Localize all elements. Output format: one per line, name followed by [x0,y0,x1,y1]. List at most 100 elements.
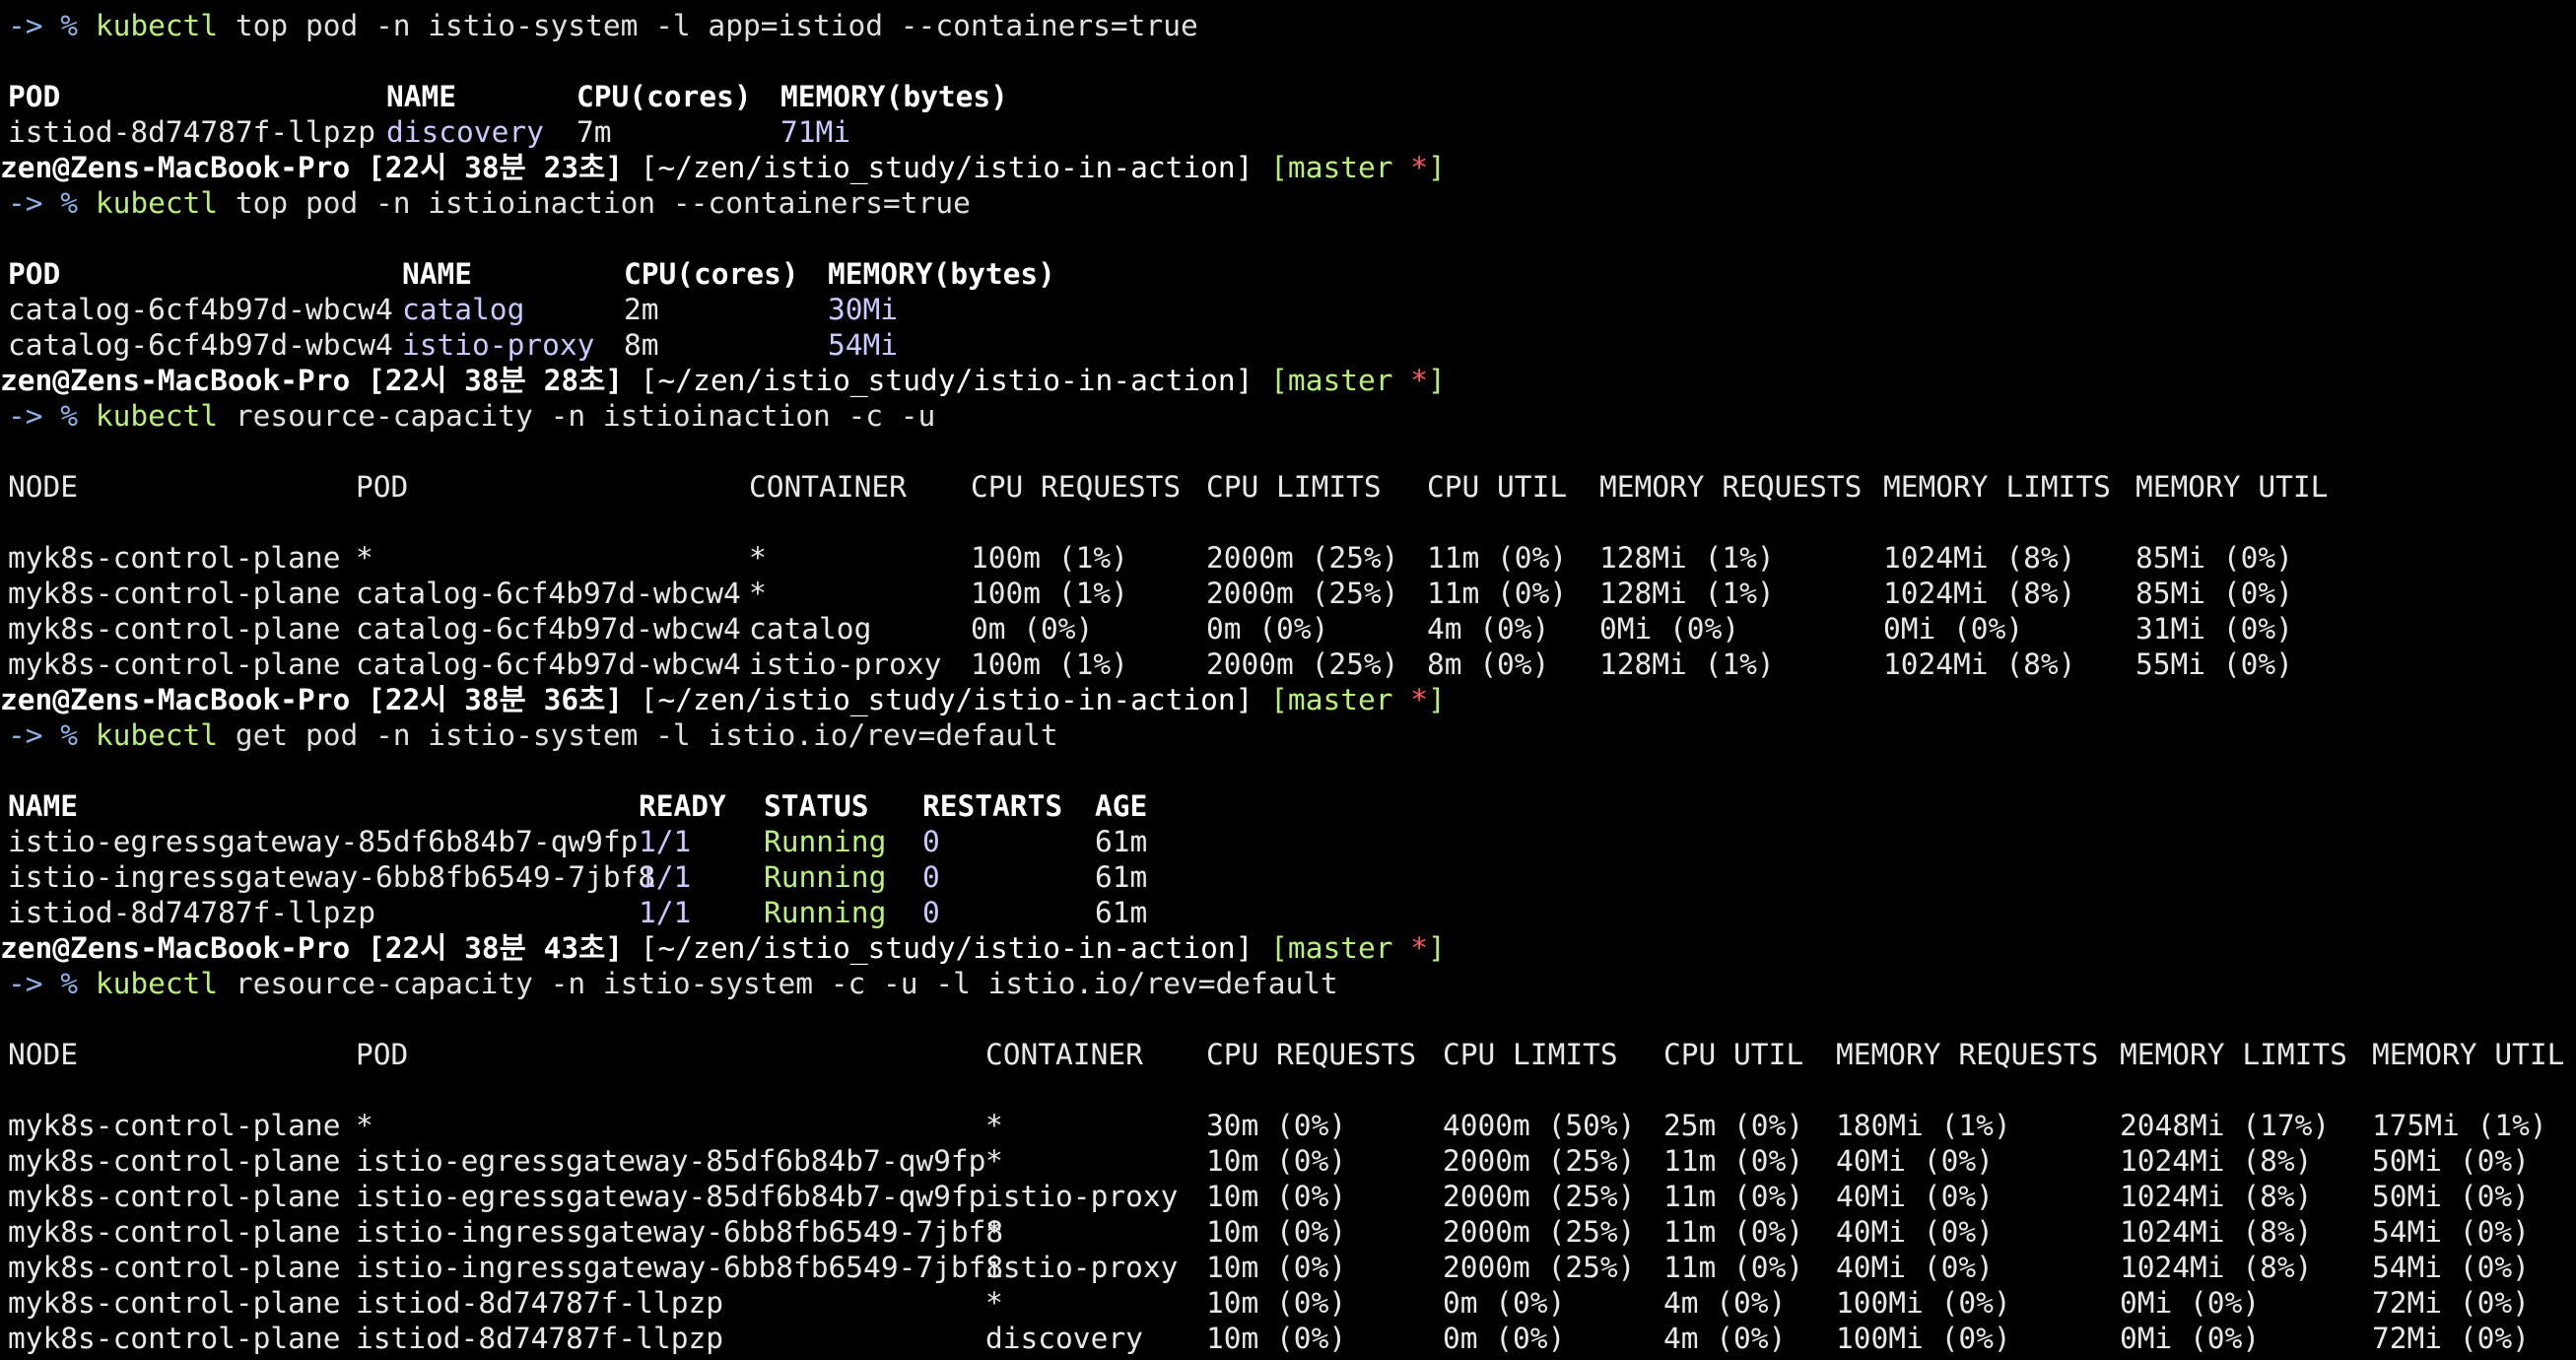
table-cell: 128Mi (1%) [1599,647,1775,681]
table-cell: 8m [624,328,659,362]
table-cell: 1024Mi (8%) [1883,647,2076,681]
table-cell: 2000m (25%) [1443,1251,1636,1284]
table-cell: 1/1 [639,825,692,858]
table-cell: 1/1 [639,860,692,894]
prompt-path: [~/zen/istio_study/istio-in-action] [640,931,1254,965]
table-cell: 10m (0%) [1206,1286,1347,1320]
prompt-arrow: -> % [8,718,96,752]
column-header: NAME [386,80,457,113]
table-cell: istio-egressgateway-85df6b84b7-qw9fp [356,1180,986,1213]
table-cell: 128Mi (1%) [1599,577,1775,610]
table-cell: 2000m (25%) [1206,647,1399,681]
column-header: CPU(cores) [624,257,799,291]
table-cell: myk8s-control-plane [8,1144,341,1178]
table-cell: 40Mi (0%) [1836,1215,1994,1249]
prompt-line: zen@Zens-MacBook-Pro [22시 38분 23초] [~/ze… [0,150,1446,185]
prompt-arrow: -> % [8,967,96,1000]
command-args: resource-capacity -n istio-system -c -u … [218,967,1338,1000]
table-cell: 100m (1%) [971,541,1128,575]
table-cell: 31Mi (0%) [2135,612,2293,646]
table-cell: 4m (0%) [1663,1286,1787,1320]
table-cell: 100m (1%) [971,647,1128,681]
table-cell: 61m [1095,896,1148,929]
table-cell: catalog-6cf4b97d-wbcw4 [356,577,741,610]
table-cell: 10m (0%) [1206,1251,1347,1284]
git-branch-close: ] [1428,364,1446,397]
table-cell: 0Mi (0%) [1599,612,1740,646]
table-cell: istio-proxy [402,328,595,362]
column-header: AGE [1095,789,1148,823]
git-branch: [master [1270,931,1411,965]
column-header: MEMORY UTIL [2135,470,2329,504]
table-cell: 30m (0%) [1206,1109,1347,1142]
git-dirty-mark: * [1410,683,1429,716]
git-branch: [master [1270,151,1411,184]
git-branch-close: ] [1428,151,1446,184]
table-cell: 30Mi [828,293,899,326]
column-header: MEMORY UTIL [2372,1038,2565,1071]
table-cell: 1024Mi (8%) [2120,1144,2313,1178]
table-cell: * [749,541,767,575]
table-cell: 1/1 [639,896,692,929]
column-header: POD [8,80,61,113]
table-cell: 1024Mi (8%) [2120,1180,2313,1213]
table-cell: istiod-8d74787f-llpzp [356,1286,723,1320]
table-cell: 0 [922,896,940,929]
table-cell: Running [764,825,887,858]
table-cell: 85Mi (0%) [2135,577,2293,610]
table-cell: 40Mi (0%) [1836,1180,1994,1213]
prompt-arrow: -> % [8,186,96,220]
table-cell: istio-proxy [985,1251,1179,1284]
table-cell: 4m (0%) [1427,612,1550,646]
table-cell: 61m [1095,860,1148,894]
table-cell: catalog-6cf4b97d-wbcw4 [8,328,393,362]
command-args: resource-capacity -n istioinaction -c -u [218,399,936,433]
prompt-time: [22시 38분 43초] [367,931,624,965]
table-cell: 61m [1095,825,1148,858]
table-cell: 0m (0%) [1206,612,1329,646]
table-cell: 2048Mi (17%) [2120,1109,2331,1142]
table-cell: 100Mi (0%) [1836,1322,2011,1355]
table-cell: 0 [922,860,940,894]
table-cell: 0 [922,825,940,858]
table-cell: * [985,1215,1003,1249]
table-cell: Running [764,896,887,929]
column-header: RESTARTS [922,789,1063,823]
table-cell: 50Mi (0%) [2372,1180,2530,1213]
table-cell: * [985,1109,1003,1142]
column-header: CPU LIMITS [1443,1038,1618,1071]
prompt-path: [~/zen/istio_study/istio-in-action] [640,364,1254,397]
column-header: CPU(cores) [576,80,752,113]
table-cell: myk8s-control-plane [8,1180,341,1213]
table-cell: * [985,1286,1003,1320]
table-cell: myk8s-control-plane [8,1215,341,1249]
prompt-line: zen@Zens-MacBook-Pro [22시 38분 36초] [~/ze… [0,682,1446,717]
command-name: kubectl [95,186,219,220]
table-cell: 54Mi [828,328,899,362]
column-header: STATUS [764,789,869,823]
table-cell: 85Mi (0%) [2135,541,2293,575]
command-name: kubectl [95,967,219,1000]
terminal-window[interactable]: -> % kubectl top pod -n istio-system -l … [0,0,2576,1360]
table-cell: myk8s-control-plane [8,577,341,610]
table-cell: 40Mi (0%) [1836,1144,1994,1178]
table-cell: myk8s-control-plane [8,1286,341,1320]
prompt-time: [22시 38분 28초] [367,364,624,397]
table-cell: istio-ingressgateway-6bb8fb6549-7jbf8 [356,1215,1004,1249]
table-cell: Running [764,860,887,894]
table-cell: 1024Mi (8%) [1883,541,2076,575]
table-cell: myk8s-control-plane [8,541,341,575]
table-cell: istio-ingressgateway-6bb8fb6549-7jbf8 [8,860,656,894]
table-cell: 11m (0%) [1663,1180,1804,1213]
table-cell: 55Mi (0%) [2135,647,2293,681]
table-cell: catalog [749,612,872,646]
table-cell: * [356,1109,373,1142]
column-header: CONTAINER [749,470,907,504]
